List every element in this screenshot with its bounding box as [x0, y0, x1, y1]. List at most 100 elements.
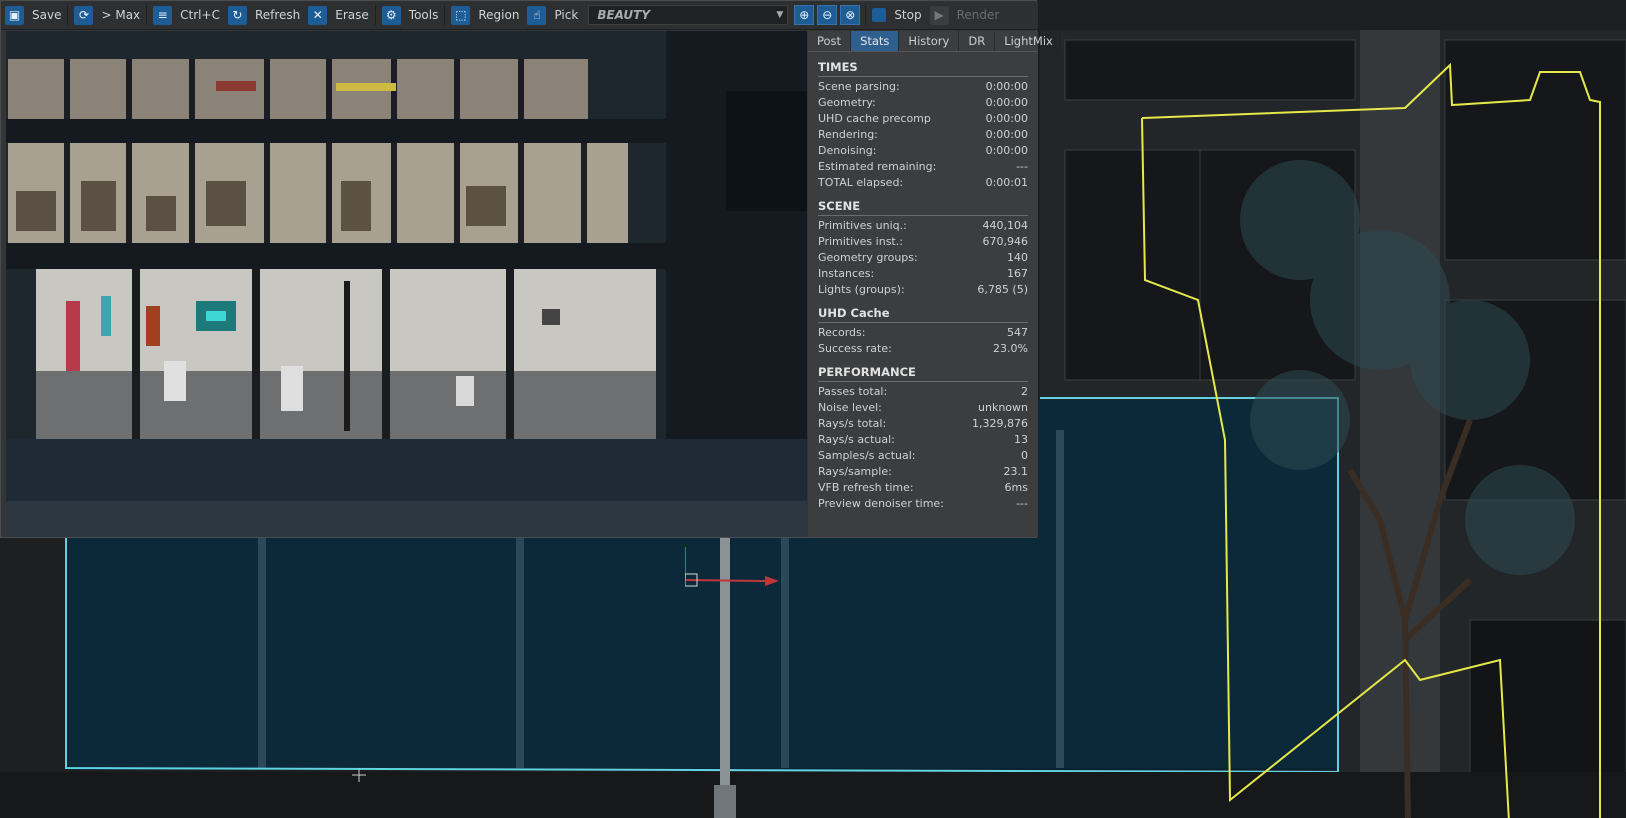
refresh-icon: ↻ [227, 5, 247, 25]
render-button[interactable]: ▶ Render [926, 2, 1004, 28]
erase-label: Erase [335, 8, 369, 22]
stat-label: Geometry groups: [818, 251, 918, 264]
stat-row: Lights (groups): 6,785 (5) [818, 282, 1028, 298]
zoom-fit-icon[interactable]: ⊗ [840, 5, 861, 25]
region-button[interactable]: ⬚ Region [447, 2, 523, 28]
stat-value: 547 [1007, 326, 1028, 339]
max-icon: ⟳ [74, 5, 94, 25]
stat-label: Success rate: [818, 342, 892, 355]
stat-value: 1,329,876 [972, 417, 1028, 430]
refresh-button[interactable]: ↻ Refresh [224, 2, 304, 28]
stat-row: Noise level: unknown [818, 400, 1028, 416]
section-performance: PERFORMANCE Passes total: 2 Noise level: u… [818, 365, 1028, 512]
section-scene: SCENE Primitives uniq.: 440,104 Primitive… [818, 199, 1028, 298]
save-icon: ▣ [5, 5, 24, 25]
section-times: TIMES Scene parsing: 0:00:00 Geometry: 0:0… [818, 60, 1028, 191]
stat-value: 13 [1014, 433, 1028, 446]
pick-label: Pick [554, 8, 579, 22]
toolbar-separator [146, 5, 148, 25]
stat-row: Instances: 167 [818, 266, 1028, 282]
stat-value: 0:00:00 [985, 112, 1028, 125]
chevron-down-icon: ▼ [776, 10, 784, 20]
stat-row: Geometry: 0:00:00 [818, 95, 1028, 111]
tools-button[interactable]: ⚙ Tools [378, 2, 443, 28]
stat-label: Denoising: [818, 144, 877, 157]
stat-value: --- [1016, 497, 1028, 510]
stat-label: Primitives uniq.: [818, 219, 907, 232]
zoom-out-icon[interactable]: ⊖ [817, 5, 838, 25]
stat-label: Rendering: [818, 128, 878, 141]
stat-row: VFB refresh time: 6ms [818, 480, 1028, 496]
stat-label: Records: [818, 326, 866, 339]
stop-icon [872, 8, 887, 22]
stop-label: Stop [894, 8, 922, 22]
stat-value: 670,946 [982, 235, 1029, 248]
stat-row: TOTAL elapsed: 0:00:01 [818, 175, 1028, 191]
tab-post[interactable]: Post [808, 31, 852, 51]
stat-label: Estimated remaining: [818, 160, 937, 173]
stat-row: Records: 547 [818, 325, 1028, 341]
refresh-label: Refresh [254, 8, 301, 22]
section-title: UHD Cache [818, 306, 1028, 323]
tools-label: Tools [408, 8, 439, 22]
stat-row: Primitives inst.: 670,946 [818, 234, 1028, 250]
stat-row: Geometry groups: 140 [818, 250, 1028, 266]
render-label: Render [956, 8, 1000, 22]
stat-row: Primitives uniq.: 440,104 [818, 218, 1028, 234]
stat-row: Success rate: 23.0% [818, 341, 1028, 357]
stat-label: Lights (groups): [818, 283, 905, 296]
stats-panel: Post Stats History DR LightMix TIMES Sce… [808, 31, 1063, 537]
erase-button[interactable]: ✕ Erase [304, 2, 373, 28]
stat-label: Geometry: [818, 96, 876, 109]
region-label: Region [478, 8, 520, 22]
stat-row: Estimated remaining: --- [818, 159, 1028, 175]
region-icon: ⬚ [451, 5, 471, 25]
render-channel-dropdown[interactable]: BEAUTY ▼ [588, 5, 789, 25]
toolbar-separator [865, 5, 867, 25]
pointer-icon: ☝ [527, 5, 547, 25]
copy-label: Ctrl+C [180, 8, 220, 22]
panel-tabs: Post Stats History DR LightMix [808, 31, 1063, 52]
rendered-image[interactable] [6, 31, 807, 537]
stat-value: 23.1 [1003, 465, 1029, 478]
send-to-max-button[interactable]: ⟳ > Max [70, 2, 144, 28]
stat-value: 2 [1021, 385, 1028, 398]
gear-icon: ⚙ [381, 5, 401, 25]
stat-row: Scene parsing: 0:00:00 [818, 79, 1028, 95]
tab-dr[interactable]: DR [959, 31, 996, 51]
section-title: SCENE [818, 199, 1028, 216]
pick-button[interactable]: ☝ Pick [523, 2, 582, 28]
erase-icon: ✕ [308, 5, 328, 25]
stat-value: 0:00:00 [985, 80, 1028, 93]
tab-history[interactable]: History [899, 31, 960, 51]
stat-label: Samples/s actual: [818, 449, 916, 462]
tab-lightmix[interactable]: LightMix [995, 31, 1063, 51]
stat-value: 167 [1007, 267, 1028, 280]
vfb-toolbar: ▣ Save ⟳ > Max ≡ Ctrl+C ↻ Refresh ✕ Eras… [1, 1, 1038, 30]
save-button[interactable]: ▣ Save [1, 2, 65, 28]
stat-value: 440,104 [982, 219, 1029, 232]
zoom-in-icon[interactable]: ⊕ [794, 5, 815, 25]
stat-value: unknown [978, 401, 1028, 414]
render-channel-value: BEAUTY [597, 8, 651, 22]
stat-row: UHD cache precomp 0:00:00 [818, 111, 1028, 127]
frame-buffer-window: ▣ Save ⟳ > Max ≡ Ctrl+C ↻ Refresh ✕ Eras… [0, 0, 1063, 538]
stat-label: Noise level: [818, 401, 882, 414]
stat-label: Scene parsing: [818, 80, 900, 93]
play-icon: ▶ [929, 5, 949, 25]
stat-value: 6ms [1004, 481, 1028, 494]
stat-label: VFB refresh time: [818, 481, 914, 494]
stat-label: Instances: [818, 267, 875, 280]
tab-stats[interactable]: Stats [851, 31, 900, 51]
stat-label: Rays/sample: [818, 465, 892, 478]
copy-icon: ≡ [153, 5, 173, 25]
toolbar-separator [444, 5, 446, 25]
stat-row: Rays/s total: 1,329,876 [818, 416, 1028, 432]
copy-button[interactable]: ≡ Ctrl+C [149, 2, 224, 28]
send-to-max-label: > Max [101, 8, 141, 22]
stat-row: Rendering: 0:00:00 [818, 127, 1028, 143]
stat-value: 0 [1021, 449, 1028, 462]
stop-button[interactable]: Stop [868, 2, 925, 28]
transform-gizmo-icon[interactable] [685, 545, 795, 605]
toolbar-separator [374, 5, 376, 25]
